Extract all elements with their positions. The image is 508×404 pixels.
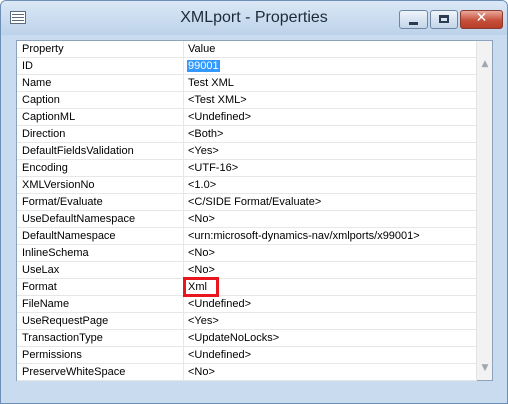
property-value[interactable]: <Undefined> [188, 298, 251, 310]
property-name: XMLVersionNo [22, 179, 95, 191]
properties-window: XMLport - Properties ✕ Property Value ID… [0, 0, 508, 404]
minimize-button[interactable] [399, 10, 428, 29]
property-name: TransactionType [22, 332, 103, 344]
value-column-header: Value [188, 43, 216, 55]
property-name: UseLax [22, 264, 60, 276]
property-name: Direction [22, 128, 66, 140]
table-row[interactable]: PreserveWhiteSpace <No> [17, 364, 477, 381]
table-row[interactable]: DefaultFieldsValidation <Yes> [17, 143, 477, 160]
property-name: InlineSchema [22, 247, 89, 259]
property-value[interactable]: <Yes> [188, 315, 219, 327]
scroll-down-icon[interactable]: ▼ [480, 363, 490, 373]
property-value[interactable]: <Yes> [188, 145, 219, 157]
property-name: DefaultFieldsValidation [22, 145, 134, 157]
property-name: Format [22, 281, 57, 293]
maximize-button[interactable] [430, 10, 458, 29]
title-bar[interactable]: XMLport - Properties ✕ [1, 1, 507, 35]
property-name: Format/Evaluate [22, 196, 103, 208]
property-name: Permissions [22, 349, 82, 361]
table-row[interactable]: Format/Evaluate <C/SIDE Format/Evaluate> [17, 194, 477, 211]
property-name: ID [22, 60, 33, 72]
properties-grid: Property Value ID 99001 Name Test XML Ca… [16, 40, 493, 381]
property-value[interactable]: <No> [188, 264, 215, 276]
property-value[interactable]: <UpdateNoLocks> [188, 332, 279, 344]
property-value-selected[interactable]: 99001 [187, 60, 220, 72]
table-row[interactable]: Format Xml [17, 279, 477, 296]
table-row[interactable]: UseRequestPage <Yes> [17, 313, 477, 330]
property-value[interactable]: Test XML [188, 77, 234, 89]
property-value[interactable]: <No> [188, 213, 215, 225]
table-row[interactable]: XMLVersionNo <1.0> [17, 177, 477, 194]
vertical-scrollbar[interactable]: ▲ ▼ [476, 41, 492, 380]
property-value[interactable]: <No> [188, 366, 215, 378]
close-icon: ✕ [475, 10, 488, 26]
property-name: Encoding [22, 162, 68, 174]
table-row[interactable]: UseDefaultNamespace <No> [17, 211, 477, 228]
table-row[interactable]: UseLax <No> [17, 262, 477, 279]
table-row[interactable]: InlineSchema <No> [17, 245, 477, 262]
property-value[interactable]: <Undefined> [188, 111, 251, 123]
table-row[interactable]: DefaultNamespace <urn:microsoft-dynamics… [17, 228, 477, 245]
property-value[interactable]: <1.0> [188, 179, 216, 191]
property-value[interactable]: <UTF-16> [188, 162, 238, 174]
scroll-up-icon[interactable]: ▲ [480, 59, 490, 69]
table-row[interactable]: ID 99001 [17, 58, 477, 75]
table-row[interactable]: Name Test XML [17, 75, 477, 92]
table-row[interactable]: Encoding <UTF-16> [17, 160, 477, 177]
table-row[interactable]: Permissions <Undefined> [17, 347, 477, 364]
property-value[interactable]: <urn:microsoft-dynamics-nav/xmlports/x99… [188, 230, 420, 242]
property-name: UseRequestPage [22, 315, 109, 327]
property-column-header: Property [22, 43, 64, 55]
table-row[interactable]: Direction <Both> [17, 126, 477, 143]
property-value[interactable]: <Test XML> [188, 94, 247, 106]
property-value[interactable]: <Both> [188, 128, 223, 140]
table-row[interactable]: CaptionML <Undefined> [17, 109, 477, 126]
table-row[interactable]: Caption <Test XML> [17, 92, 477, 109]
grid-header: Property Value [17, 41, 477, 58]
property-name: Name [22, 77, 52, 89]
close-button[interactable]: ✕ [460, 10, 503, 29]
property-value[interactable]: <C/SIDE Format/Evaluate> [188, 196, 321, 208]
property-name: UseDefaultNamespace [22, 213, 136, 225]
property-name: PreserveWhiteSpace [22, 366, 126, 378]
property-name: Caption [22, 94, 60, 106]
highlight-box [183, 277, 219, 297]
table-row[interactable]: TransactionType <UpdateNoLocks> [17, 330, 477, 347]
property-name: DefaultNamespace [22, 230, 116, 242]
property-value[interactable]: <No> [188, 247, 215, 259]
property-name: FileName [22, 298, 70, 310]
property-name: CaptionML [22, 111, 76, 123]
property-value[interactable]: <Undefined> [188, 349, 251, 361]
table-row[interactable]: FileName <Undefined> [17, 296, 477, 313]
